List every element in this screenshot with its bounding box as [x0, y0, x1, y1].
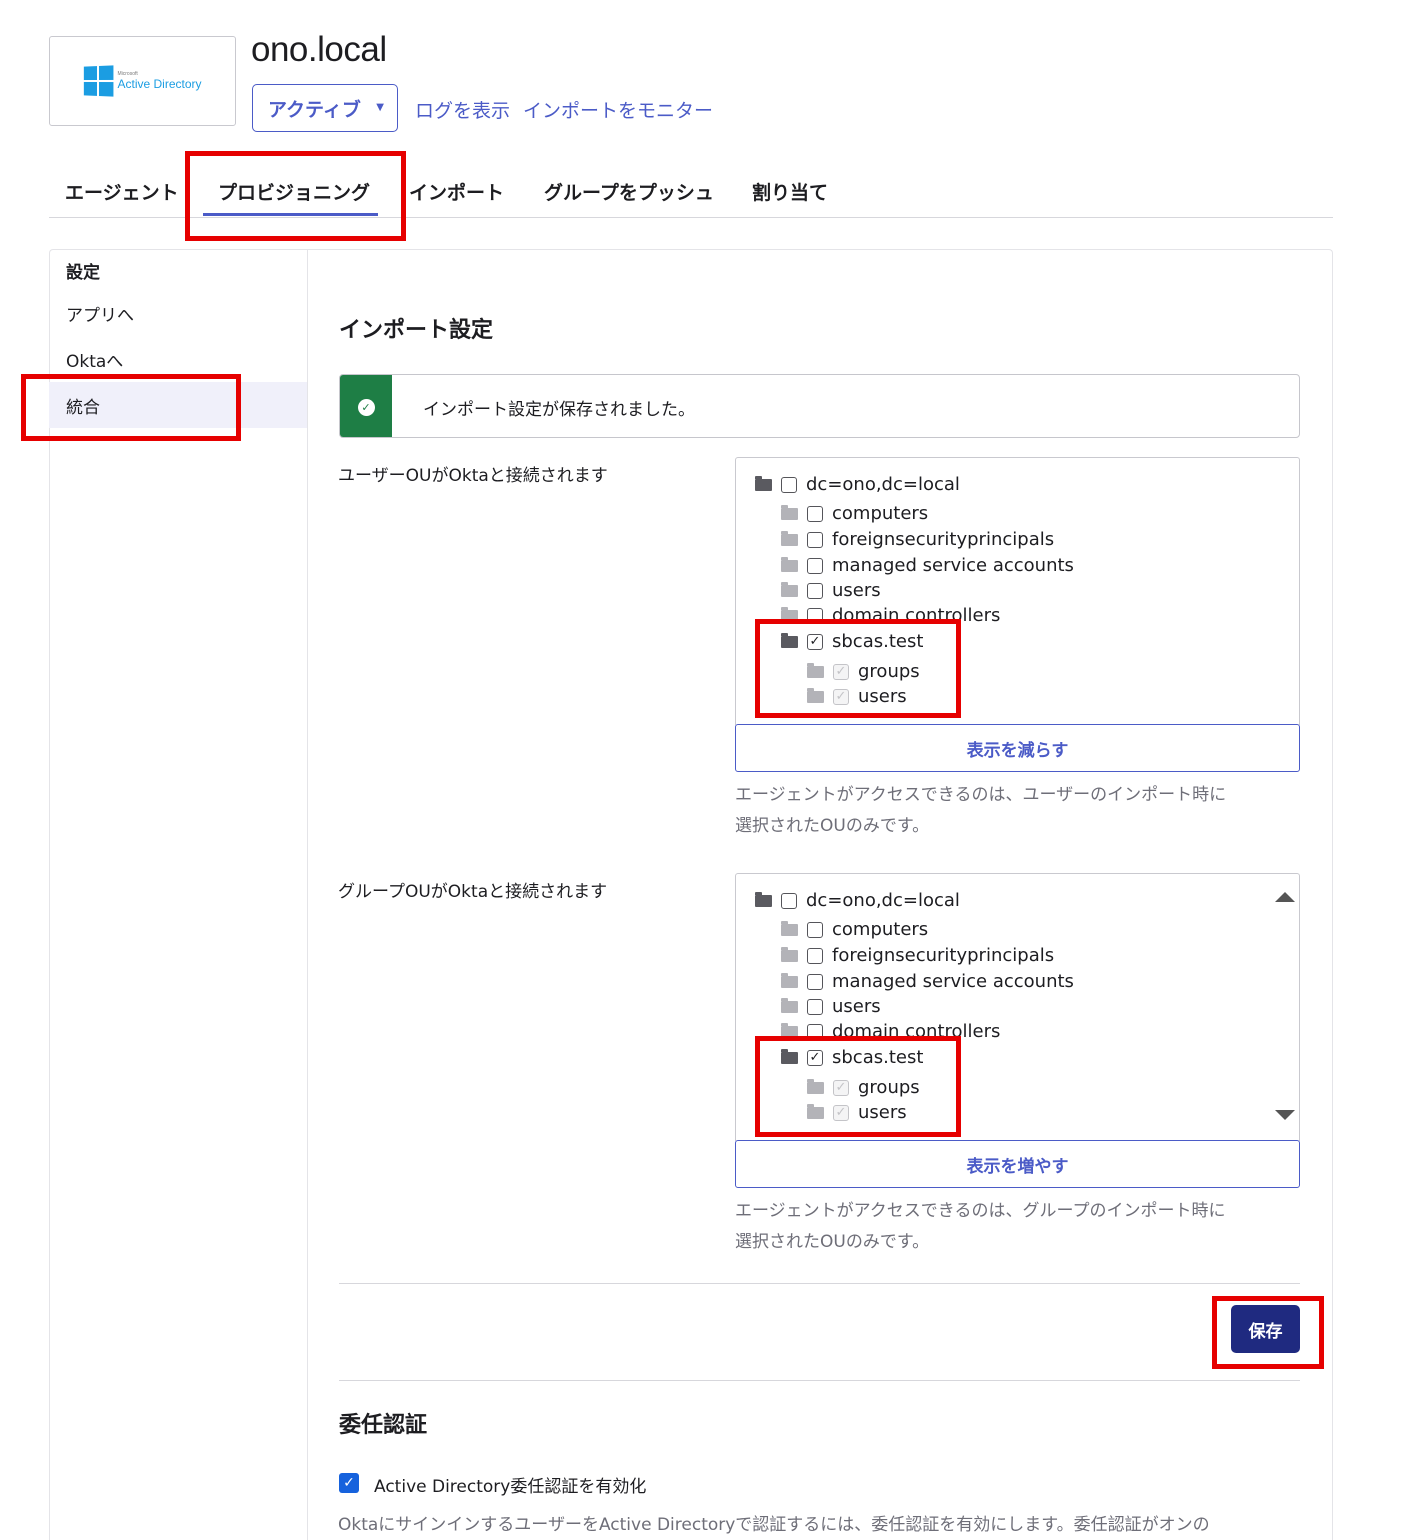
scroll-up-arrow-icon[interactable] [1275, 892, 1295, 902]
folder-icon [807, 1078, 824, 1094]
folder-icon [807, 687, 824, 703]
status-label: アクティブ [268, 98, 361, 121]
success-bar: ✓ [340, 375, 392, 437]
folder-icon [807, 1103, 824, 1119]
ou-checkbox[interactable] [807, 947, 823, 964]
tree-row[interactable]: ✓ users [807, 686, 907, 707]
ou-checkbox[interactable] [807, 531, 823, 548]
folder-icon [781, 946, 798, 962]
folder-icon [781, 606, 798, 622]
section-divider [339, 1283, 1300, 1284]
ou-checkbox[interactable]: ✓ [807, 633, 823, 650]
ou-checkbox: ✓ [833, 1104, 849, 1121]
tree-row[interactable]: foreignsecurityprincipals [781, 945, 1054, 966]
sidebar-item-to-app[interactable]: アプリへ [49, 290, 307, 336]
sidebar-item-integration[interactable]: 統合 [49, 382, 307, 428]
tree-row[interactable]: computers [781, 919, 928, 940]
import-settings-title: インポート設定 [339, 318, 494, 343]
tab-agents[interactable]: エージェント [65, 178, 179, 205]
logo-text: Microsoft Active Directory [117, 71, 202, 91]
tree-row[interactable]: domain controllers [781, 605, 1000, 626]
tree-row[interactable]: domain controllers [781, 1021, 1000, 1042]
ou-checkbox: ✓ [833, 663, 849, 680]
ou-checkbox[interactable] [807, 973, 823, 990]
tree-row[interactable]: computers [781, 503, 928, 524]
active-tab-indicator [203, 213, 378, 216]
group-ou-tree[interactable]: dc=ono,dc=local computers foreignsecurit… [735, 873, 1300, 1141]
group-ou-label: グループOUがOktaと接続されます [338, 882, 608, 902]
show-less-button[interactable]: 表示を減らす [735, 724, 1300, 772]
ou-checkbox[interactable] [807, 1023, 823, 1040]
tree-row[interactable]: ✓ sbcas.test [781, 631, 923, 652]
ou-checkbox[interactable] [781, 476, 797, 493]
tree-row[interactable]: dc=ono,dc=local [755, 474, 960, 495]
tree-row[interactable]: foreignsecurityprincipals [781, 529, 1054, 550]
view-logs-link[interactable]: ログを表示 [415, 96, 510, 123]
ou-checkbox[interactable] [807, 998, 823, 1015]
ou-checkbox[interactable] [807, 582, 823, 599]
success-banner: ✓ インポート設定が保存されました。 [339, 374, 1300, 438]
scroll-down-arrow-icon[interactable] [1275, 1110, 1295, 1120]
tree-row[interactable]: dc=ono,dc=local [755, 890, 960, 911]
tree-row[interactable]: managed service accounts [781, 555, 1074, 576]
user-ou-help: エージェントがアクセスできるのは、ユーザーのインポート時に 選択されたOUのみで… [735, 785, 1227, 836]
folder-icon [781, 530, 798, 546]
delegated-auth-description: OktaにサインインするユーザーをActive Directoryで認証するには… [338, 1515, 1210, 1535]
delegated-auth-checkbox[interactable]: ✓ [339, 1473, 359, 1493]
tree-row[interactable]: ✓ groups [807, 1077, 920, 1098]
delegated-auth-label[interactable]: Active Directory委任認証を有効化 [374, 1472, 646, 1497]
tab-assignments[interactable]: 割り当て [752, 178, 828, 205]
tab-provisioning[interactable]: プロビジョニング [218, 178, 370, 205]
tree-row[interactable]: managed service accounts [781, 971, 1074, 992]
tab-bar: エージェント プロビジョニング インポート グループをプッシュ 割り当て [49, 168, 1333, 218]
tree-row[interactable]: users [781, 996, 881, 1017]
sidebar-heading: 設定 [66, 263, 100, 283]
monitor-imports-link[interactable]: インポートをモニター [523, 96, 713, 123]
tree-row[interactable]: ✓ sbcas.test [781, 1047, 923, 1068]
folder-icon [781, 972, 798, 988]
ou-checkbox: ✓ [833, 688, 849, 705]
settings-sidebar: 設定 アプリへ Oktaへ 統合 [49, 249, 308, 1540]
ou-checkbox[interactable] [807, 921, 823, 938]
folder-open-icon [755, 891, 772, 907]
ou-checkbox[interactable] [807, 505, 823, 522]
sidebar-item-to-okta[interactable]: Oktaへ [49, 336, 307, 382]
tab-import[interactable]: インポート [409, 178, 504, 205]
folder-open-icon [781, 1048, 798, 1064]
ou-checkbox[interactable] [781, 892, 797, 909]
folder-open-icon [755, 475, 772, 491]
ou-checkbox[interactable] [807, 607, 823, 624]
show-more-button[interactable]: 表示を増やす [735, 1140, 1300, 1188]
tab-push-groups[interactable]: グループをプッシュ [544, 178, 714, 205]
ou-checkbox[interactable] [807, 557, 823, 574]
caret-down-icon: ▼ [376, 102, 384, 113]
section-divider [339, 1380, 1300, 1381]
delegated-auth-title: 委任認証 [339, 1413, 428, 1438]
tree-row[interactable]: ✓ groups [807, 661, 920, 682]
success-message: インポート設定が保存されました。 [423, 400, 695, 420]
folder-icon [807, 662, 824, 678]
ou-checkbox: ✓ [833, 1079, 849, 1096]
app-logo: Microsoft Active Directory [49, 36, 236, 126]
app-title: ono.local [251, 30, 387, 69]
folder-open-icon [781, 632, 798, 648]
check-circle-icon: ✓ [357, 398, 375, 416]
save-button[interactable]: 保存 [1231, 1305, 1300, 1353]
tree-row[interactable]: users [781, 580, 881, 601]
windows-logo-icon [84, 65, 114, 97]
folder-icon [781, 581, 798, 597]
folder-icon [781, 997, 798, 1013]
user-ou-tree[interactable]: dc=ono,dc=local computers foreignsecurit… [735, 457, 1300, 725]
folder-icon [781, 504, 798, 520]
folder-icon [781, 556, 798, 572]
status-dropdown[interactable]: アクティブ ▼ [252, 84, 398, 132]
group-ou-help: エージェントがアクセスできるのは、グループのインポート時に 選択されたOUのみで… [735, 1201, 1226, 1252]
tree-row[interactable]: ✓ users [807, 1102, 907, 1123]
folder-icon [781, 1022, 798, 1038]
folder-icon [781, 920, 798, 936]
ou-checkbox[interactable]: ✓ [807, 1049, 823, 1066]
user-ou-label: ユーザーOUがOktaと接続されます [338, 466, 608, 486]
